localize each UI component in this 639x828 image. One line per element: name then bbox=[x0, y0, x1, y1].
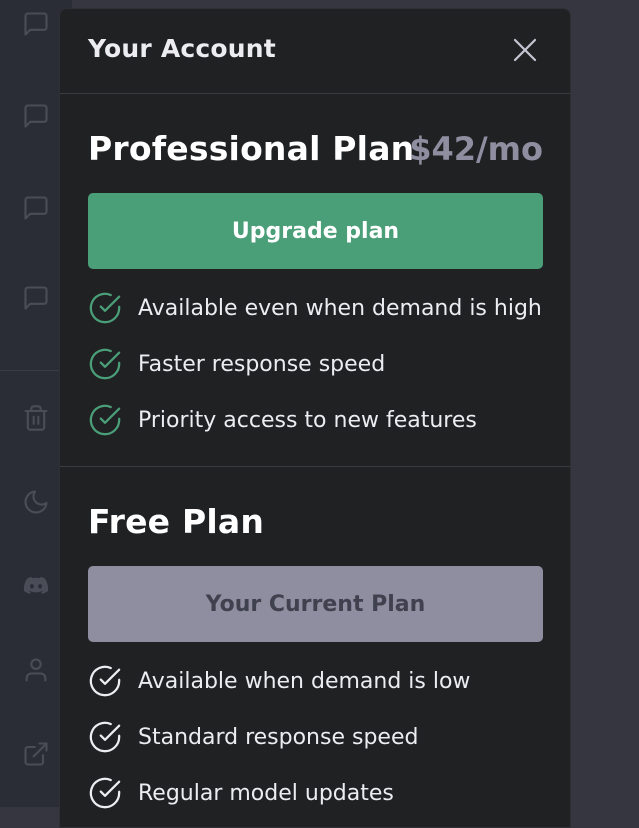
feature-text: Faster response speed bbox=[138, 351, 386, 377]
feature-item: Regular model updates bbox=[88, 773, 394, 813]
modal-header: Your Account bbox=[60, 9, 570, 94]
feature-text: Standard response speed bbox=[138, 724, 419, 750]
chat-icon[interactable] bbox=[22, 10, 50, 38]
chat-icon[interactable] bbox=[22, 284, 50, 312]
trash-icon[interactable] bbox=[22, 404, 50, 432]
feature-item: Standard response speed bbox=[88, 717, 418, 757]
chat-icon[interactable] bbox=[22, 102, 50, 130]
close-icon bbox=[513, 38, 537, 62]
modal-title: Your Account bbox=[88, 34, 276, 63]
external-link-icon[interactable] bbox=[22, 740, 50, 768]
feature-text: Available when demand is low bbox=[138, 668, 471, 694]
feature-text: Regular model updates bbox=[138, 780, 394, 806]
check-circle-icon bbox=[88, 664, 122, 698]
feature-item: Priority access to new features bbox=[88, 400, 477, 440]
account-modal: Your Account Professional Plan $42/mo Up… bbox=[59, 8, 571, 828]
professional-plan-section: Professional Plan $42/mo Upgrade plan Av… bbox=[60, 94, 570, 467]
feature-text: Priority access to new features bbox=[138, 407, 477, 433]
plan-name: Free Plan bbox=[88, 502, 265, 541]
feature-item: Available even when demand is high bbox=[88, 288, 542, 328]
plan-price: $42/mo bbox=[409, 130, 543, 168]
free-plan-section: Free Plan Your Current Plan Available wh… bbox=[60, 467, 570, 827]
check-circle-icon bbox=[88, 347, 122, 381]
discord-icon[interactable] bbox=[22, 572, 50, 600]
check-circle-icon bbox=[88, 776, 122, 810]
chat-icon[interactable] bbox=[22, 194, 50, 222]
user-icon[interactable] bbox=[22, 656, 50, 684]
current-plan-button: Your Current Plan bbox=[88, 566, 543, 642]
upgrade-plan-button[interactable]: Upgrade plan bbox=[88, 193, 543, 269]
moon-icon[interactable] bbox=[22, 488, 50, 516]
check-circle-icon bbox=[88, 403, 122, 437]
plan-name: Professional Plan bbox=[88, 129, 415, 168]
feature-item: Available when demand is low bbox=[88, 661, 470, 701]
check-circle-icon bbox=[88, 720, 122, 754]
check-circle-icon bbox=[88, 291, 122, 325]
feature-text: Available even when demand is high bbox=[138, 295, 542, 321]
close-button[interactable] bbox=[510, 35, 540, 65]
feature-item: Faster response speed bbox=[88, 344, 385, 384]
